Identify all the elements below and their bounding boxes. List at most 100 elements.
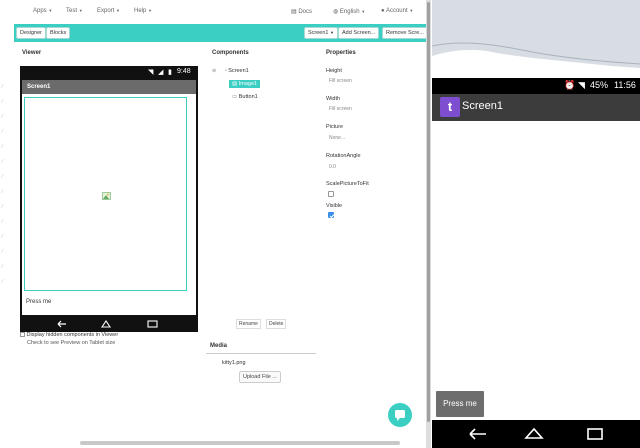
palette-item-icon[interactable]: ⁄ (2, 99, 10, 105)
add-screen-button[interactable]: Add Screen... (338, 27, 380, 39)
chevron-down-icon: ▼ (148, 8, 152, 13)
delete-button[interactable]: Delete (266, 319, 287, 329)
account-menu[interactable]: ● Account ▼ (381, 8, 413, 14)
menu-apps-label: Apps (33, 8, 47, 14)
tree-item-screen1[interactable]: ⊖ ▫ Screen1 (212, 68, 249, 74)
account-label: Account (385, 8, 408, 14)
display-hidden-label: Display hidden components in Viewer (26, 332, 119, 338)
prop-rotation-label: RotationAngle (326, 153, 361, 159)
prop-picture-value[interactable]: None... (329, 135, 345, 141)
app-logo-icon: t (440, 97, 460, 117)
chevron-down-icon: ▼ (116, 8, 120, 13)
palette-item-icon[interactable]: ⁄ (2, 279, 10, 285)
android-emulator: ⏰ ◥ 45% 11:56 t Screen1 Press me (432, 0, 640, 448)
media-file-item[interactable]: kitty1.png (222, 360, 246, 366)
emulator-nav-bar (432, 420, 640, 448)
palette-item-icon[interactable]: ⁄ (2, 144, 10, 150)
prop-visible-label: Visible (326, 203, 343, 209)
palette-item-icon[interactable]: ⁄ (2, 114, 10, 120)
palette-item-icon[interactable]: ⁄ (2, 129, 10, 135)
battery-icon: ▮ (168, 69, 172, 76)
docs-icon: ▤ (291, 9, 297, 15)
signal-icon: ◢ (158, 69, 164, 76)
screen-select-label: Screen1 (308, 30, 329, 36)
emulator-screen-title: Screen1 (462, 100, 503, 112)
menu-export[interactable]: Export ▼ (97, 8, 120, 14)
palette-item-icon[interactable]: ⁄ (2, 84, 10, 90)
alarm-icon: ⏰ (564, 80, 576, 90)
tree-item-button1[interactable]: ▭ Button1 (232, 94, 258, 100)
docs-label: Docs (298, 9, 313, 15)
tree-item-screen1-label: Screen1 (228, 68, 249, 74)
tablet-preview-note[interactable]: Check to see Preview on Tablet size (27, 340, 115, 346)
emulator-battery: 45% (590, 80, 609, 90)
emulator-nav-icons (469, 427, 603, 440)
menu-help[interactable]: Help ▼ (134, 8, 152, 14)
media-heading: Media (210, 343, 228, 349)
viewer-press-me-button[interactable]: Press me (26, 299, 51, 305)
palette-item-icon[interactable]: ⁄ (2, 204, 10, 210)
docs-link[interactable]: ▤ Docs (291, 8, 312, 15)
globe-icon: ◍ (333, 9, 339, 15)
language-menu[interactable]: ◍ English ▼ (333, 8, 365, 15)
rename-button[interactable]: Rename (236, 319, 261, 329)
viewer-heading: Viewer (22, 50, 42, 56)
chevron-down-icon: ▼ (330, 30, 334, 35)
palette-item-icon[interactable]: ⁄ (2, 189, 10, 195)
chevron-down-icon: ▼ (48, 8, 53, 13)
image1-frame[interactable] (24, 97, 187, 291)
phone-nav-icons (57, 320, 158, 328)
media-divider (206, 353, 316, 354)
menu-export-label: Export (97, 8, 115, 14)
palette-item-icon[interactable]: ⁄ (2, 219, 10, 225)
phone-title-bar: Screen1 (22, 80, 196, 94)
prop-width-label: Width (326, 96, 341, 102)
emulator-press-me-button[interactable]: Press me (436, 391, 484, 417)
horizontal-scrollbar[interactable] (80, 441, 400, 445)
palette-item-icon[interactable]: ⁄ (2, 249, 10, 255)
prop-width-value[interactable]: Fill screen (329, 106, 352, 112)
desktop-background (432, 0, 640, 78)
screen-select[interactable]: Screen1 ▼ (304, 27, 338, 39)
prop-height-label: Height (326, 68, 342, 74)
top-menu-bar: Apps ▼ Test ▼ Export ▼ Help ▼ ▤ Docs ◍ E… (0, 0, 430, 24)
designer-toolbar: Designer Blocks Screen1 ▼ Add Screen... … (14, 24, 428, 42)
palette-item-icon[interactable]: ⁄ (2, 234, 10, 240)
components-heading: Components (212, 50, 249, 56)
viewer-phone-mockup: ◥ ◢ ▮ 9:48 Screen1 Press me (20, 66, 198, 378)
menu-test[interactable]: Test ▼ (66, 8, 83, 14)
check-icon (329, 214, 335, 219)
display-hidden-row[interactable]: Display hidden components in Viewer (20, 332, 118, 338)
phone-status-bar: ◥ ◢ ▮ 9:48 (20, 66, 198, 80)
prop-scale-checkbox[interactable] (328, 191, 334, 197)
blocks-button[interactable]: Blocks (46, 27, 71, 39)
language-label: English (339, 9, 360, 15)
wifi-icon: ◥ (148, 69, 154, 76)
tree-item-image1[interactable]: ▨ Image1 (229, 80, 261, 88)
palette-item-icon[interactable]: ⁄ (2, 264, 10, 270)
prop-rotation-value[interactable]: 0.0 (329, 164, 336, 170)
prop-height-value[interactable]: Fill screen (329, 78, 352, 84)
prop-picture-label: Picture (326, 124, 344, 130)
properties-heading: Properties (326, 50, 356, 56)
vertical-scrollbar-thumb[interactable] (427, 2, 430, 422)
help-chat-button[interactable] (388, 403, 412, 427)
screen-icon: ▫ (224, 68, 227, 74)
remove-screen-button[interactable]: Remove Scre... (382, 27, 428, 39)
menu-apps[interactable]: Apps ▼ (33, 8, 52, 14)
prop-visible-checkbox[interactable] (328, 212, 335, 219)
emulator-action-bar: t Screen1 (432, 94, 640, 121)
palette-item-icon[interactable]: ⁄ (2, 174, 10, 180)
palette-item-icon[interactable]: ⁄ (2, 159, 10, 165)
image-icon: ▨ (232, 81, 238, 87)
designer-button[interactable]: Designer (16, 27, 47, 39)
phone-time: 9:48 (177, 68, 191, 75)
prop-scale-label: ScalePictureToFit (326, 181, 369, 187)
tree-item-button1-label: Button1 (238, 94, 258, 100)
upload-file-button[interactable]: Upload File ... (239, 371, 281, 383)
menu-test-label: Test (66, 8, 78, 14)
menu-help-label: Help (134, 8, 147, 14)
phone-nav-bar (20, 315, 198, 332)
display-hidden-checkbox[interactable] (20, 332, 25, 338)
collapse-icon: ⊖ (212, 68, 217, 74)
